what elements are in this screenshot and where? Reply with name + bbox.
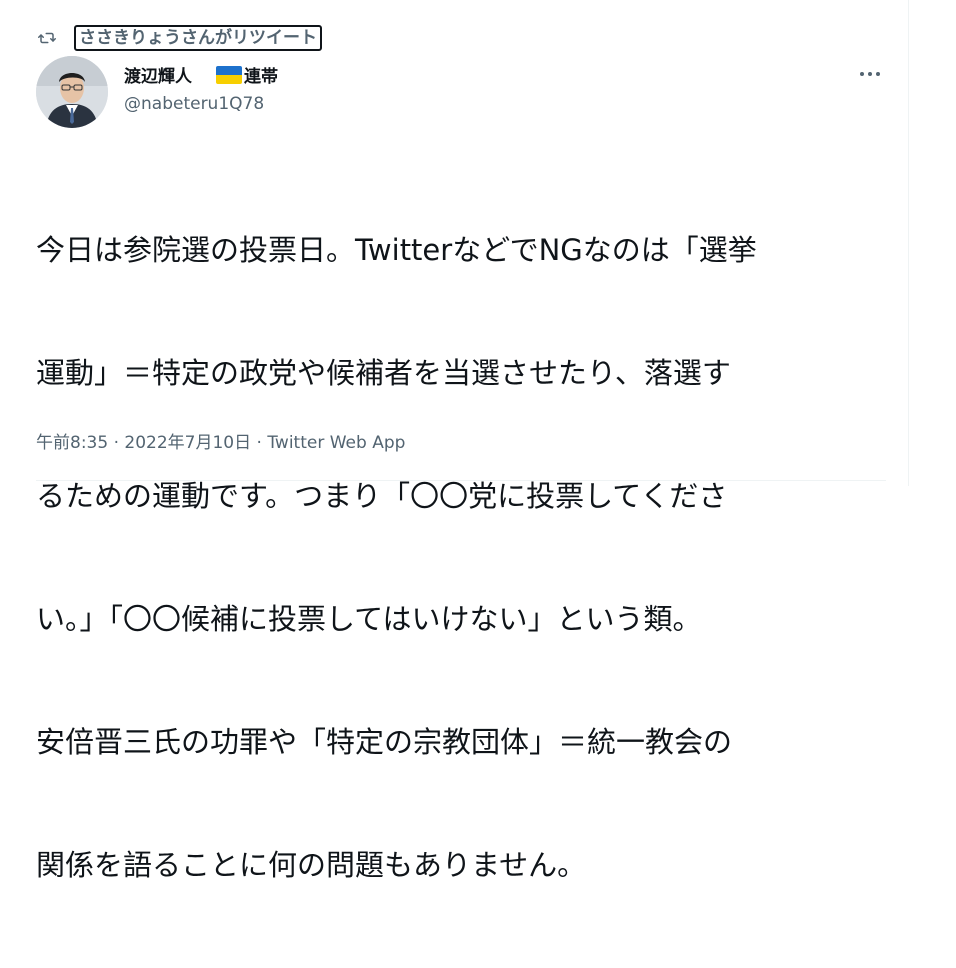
tweet-time[interactable]: 午前8:35 xyxy=(36,433,108,453)
retweet-context[interactable]: ささきりょうさんがリツイート xyxy=(36,24,322,52)
meta-separator: · xyxy=(108,433,125,453)
retweet-icon xyxy=(36,27,58,49)
tweet-date[interactable]: 2022年7月10日 xyxy=(124,433,251,453)
tweet-text-line: 関係を語ることに何の問題もありません。 xyxy=(36,848,587,882)
ukraine-flag-icon xyxy=(216,65,242,84)
tweet-text-line: るための運動です。つまり「〇〇党に投票してくださ xyxy=(36,479,728,513)
tweet-text-line: い。」「〇〇候補に投票してはいけない」という類。 xyxy=(36,602,702,636)
tweet-text-line: 運動」＝特定の政党や候補者を当選させたり、落選す xyxy=(36,356,731,390)
tweet-metadata: 午前8:35 · 2022年7月10日 · Twitter Web App xyxy=(36,428,405,453)
avatar[interactable] xyxy=(36,56,108,128)
author-display-name[interactable]: 渡辺輝人 xyxy=(124,62,192,87)
author-handle[interactable]: @nabeteru1Q78 xyxy=(124,94,264,114)
tweet-text: 今日は参院選の投票日。TwitterなどでNGなのは「選挙 運動」＝特定の政党や… xyxy=(36,148,886,968)
tweet-card: ささきりょうさんがリツイート 渡辺輝人 連帯 @nabeteru1Q78 今日は… xyxy=(0,0,908,882)
retweet-label[interactable]: ささきりょうさんがリツイート xyxy=(74,25,322,51)
tweet-text-line: 今日は参院選の投票日。TwitterなどでNGなのは「選挙 xyxy=(36,233,757,267)
tweet-source[interactable]: Twitter Web App xyxy=(267,433,405,453)
divider xyxy=(36,480,886,481)
meta-separator: · xyxy=(251,433,268,453)
tweet-text-line: 安倍晋三氏の功罪や「特定の宗教団体」＝統一教会の xyxy=(36,725,733,759)
column-divider xyxy=(908,0,909,486)
more-options-icon xyxy=(860,72,880,76)
author-name-row[interactable]: 渡辺輝人 連帯 xyxy=(124,62,278,87)
author-name-suffix[interactable]: 連帯 xyxy=(244,62,278,87)
more-options-button[interactable] xyxy=(852,60,888,88)
